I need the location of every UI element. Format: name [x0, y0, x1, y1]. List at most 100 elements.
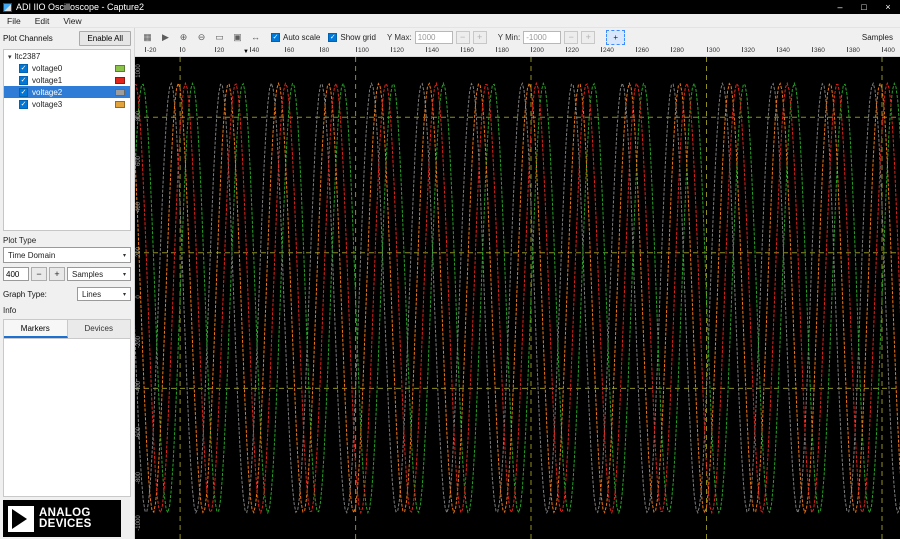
adi-triangle-logo-icon	[8, 505, 34, 532]
plot-type-label: Plot Type	[3, 236, 37, 245]
tab-markers[interactable]: Markers	[4, 320, 68, 338]
show-grid-checkbox[interactable]: ✓ Show grid	[328, 32, 376, 42]
zoom-fit-icon[interactable]: ▭	[212, 30, 227, 44]
x-tick-label: 40	[250, 47, 260, 54]
auto-scale-checkbox[interactable]: ✓ Auto scale	[271, 32, 320, 42]
maximize-button[interactable]: □	[852, 0, 876, 14]
grid-view-icon[interactable]: ▦	[140, 30, 155, 44]
plot-canvas[interactable]: 1000 800 600 400 200 0 -200 -400 -600 -800 -1000	[135, 57, 900, 539]
plot-channels-label: Plot Channels	[3, 34, 53, 43]
channel-color-swatch[interactable]	[115, 64, 125, 72]
x-tick-label: 340	[777, 47, 790, 54]
channel-row-voltage2[interactable]: ✓ voltage2	[4, 86, 130, 98]
chevron-down-icon: ▾	[122, 252, 126, 259]
oscilloscope-traces	[135, 57, 900, 539]
plot-toolbar: ▦ ▶ ⊕ ⊖ ▭ ▣ ↔ ✓ Auto scale ✓ Show grid Y…	[135, 28, 900, 46]
sample-unit-select[interactable]: Samples ▾	[67, 267, 131, 281]
x-tick-label: 400	[882, 47, 895, 54]
menu-file[interactable]: File	[0, 16, 28, 26]
x-tick-label: 20	[215, 47, 225, 54]
app-window: ADI IIO Oscilloscope - Capture2 – □ × Fi…	[0, 0, 900, 539]
analog-devices-logo: ANALOG DEVICES	[3, 500, 121, 537]
channel-checkbox[interactable]: ✓	[19, 63, 28, 73]
chevron-down-icon: ▾	[122, 271, 126, 278]
x-tick-label: 280	[671, 47, 684, 54]
checkbox-check-icon: ✓	[271, 32, 280, 42]
y-min-input[interactable]	[523, 30, 562, 44]
info-label: Info	[3, 306, 17, 315]
graph-type-select[interactable]: Lines ▾	[77, 287, 131, 301]
close-button[interactable]: ×	[876, 0, 900, 14]
tab-devices[interactable]: Devices	[67, 320, 130, 338]
x-tick-label: 140	[426, 47, 439, 54]
y-max-label: Y Max:	[386, 32, 412, 42]
channel-color-swatch[interactable]	[115, 100, 125, 108]
channel-row-voltage0[interactable]: ✓ voltage0	[4, 62, 130, 74]
samples-axis-label: Samples	[861, 32, 893, 42]
logo-text-line1: ANALOG	[39, 506, 91, 519]
channel-tree: ▾ ltc2387 ✓ voltage0 ✓ voltage1 ✓ voltage2 ✓ vo…	[3, 49, 131, 231]
sample-count-input[interactable]	[3, 267, 29, 281]
device-label: ltc2387	[14, 52, 41, 61]
x-tick-label: -20	[145, 47, 157, 54]
x-tick-label: 80	[320, 47, 330, 54]
title-bar: ADI IIO Oscilloscope - Capture2 – □ ×	[0, 0, 900, 14]
sample-count-increment-button[interactable]: +	[49, 267, 65, 281]
menu-bar: File Edit View	[0, 14, 900, 28]
sample-count-decrement-button[interactable]: −	[31, 267, 47, 281]
move-icon[interactable]: ↔	[248, 30, 263, 44]
channel-row-voltage3[interactable]: ✓ voltage3	[4, 98, 130, 110]
graph-type-label: Graph Type:	[3, 289, 47, 299]
minimize-button[interactable]: –	[828, 0, 852, 14]
menu-view[interactable]: View	[56, 16, 88, 26]
x-tick-label: 240	[601, 47, 614, 54]
sidebar: Plot Channels Enable All ▾ ltc2387 ✓ volt…	[0, 28, 135, 539]
y-max-input[interactable]	[414, 30, 453, 44]
y-min-decrement-button[interactable]: −	[564, 30, 579, 44]
enable-all-button[interactable]: Enable All	[79, 31, 131, 46]
x-tick-label: 380	[847, 47, 860, 54]
x-tick-label: 60	[285, 47, 295, 54]
channel-checkbox[interactable]: ✓	[19, 87, 28, 97]
info-panel	[3, 338, 131, 497]
y-max-increment-button[interactable]: +	[472, 30, 487, 44]
channel-label: voltage0	[32, 63, 63, 73]
zoom-in-icon[interactable]: ⊕	[176, 30, 191, 44]
y-max-decrement-button[interactable]: −	[455, 30, 470, 44]
channel-color-swatch[interactable]	[115, 88, 125, 96]
x-tick-label: 200	[531, 47, 544, 54]
info-tabs: Markers Devices	[3, 319, 131, 338]
menu-edit[interactable]: Edit	[28, 16, 57, 26]
window-title: ADI IIO Oscilloscope - Capture2	[16, 2, 145, 12]
channel-label: voltage1	[32, 75, 63, 85]
play-icon[interactable]: ▶	[158, 30, 173, 44]
plot-type-select[interactable]: Time Domain ▾	[3, 247, 131, 263]
snapshot-icon[interactable]: ▣	[230, 30, 245, 44]
channel-checkbox[interactable]: ✓	[19, 75, 28, 85]
ruler-marker-icon[interactable]: ▼	[243, 49, 249, 55]
x-tick-label: 100	[356, 47, 369, 54]
device-row[interactable]: ▾ ltc2387	[4, 50, 130, 62]
channel-label: voltage3	[32, 99, 63, 109]
new-plot-button[interactable]: +	[606, 29, 626, 45]
app-icon	[3, 2, 12, 12]
x-axis-ruler: ▼ -20 0 20 40 60 80 100 120 140 160 180 200 220 240 26…	[135, 46, 900, 57]
channel-label: voltage2	[32, 87, 63, 97]
x-tick-label: 300	[707, 47, 720, 54]
x-tick-label: 360	[812, 47, 825, 54]
y-min-increment-button[interactable]: +	[581, 30, 596, 44]
channel-checkbox[interactable]: ✓	[19, 99, 28, 109]
x-tick-label: 260	[636, 47, 649, 54]
channel-color-swatch[interactable]	[115, 76, 125, 84]
x-tick-label: 220	[566, 47, 579, 54]
x-tick-label: 0	[180, 47, 186, 54]
zoom-out-icon[interactable]: ⊖	[194, 30, 209, 44]
x-tick-label: 160	[461, 47, 474, 54]
y-min-label: Y Min:	[497, 32, 521, 42]
chevron-down-icon: ▾	[122, 291, 126, 298]
x-tick-label: 320	[742, 47, 755, 54]
channel-row-voltage1[interactable]: ✓ voltage1	[4, 74, 130, 86]
checkbox-check-icon: ✓	[328, 32, 338, 42]
logo-text-line2: DEVICES	[39, 517, 92, 530]
tree-expand-icon[interactable]: ▾	[8, 53, 12, 61]
